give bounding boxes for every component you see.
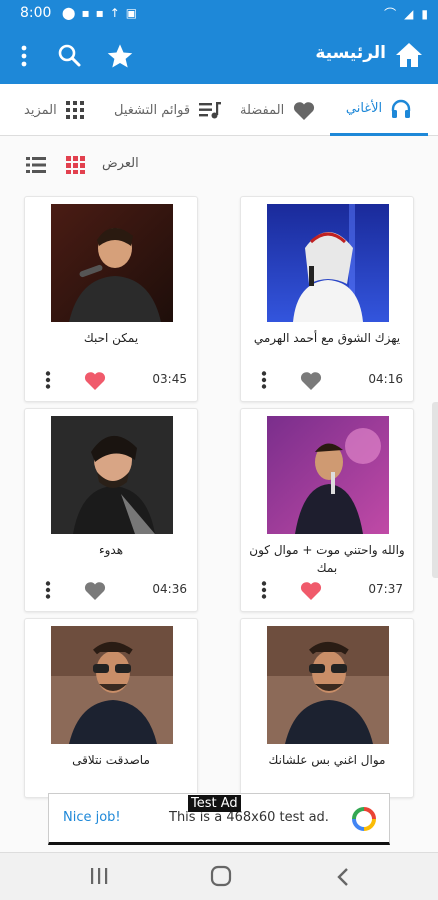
song-menu-icon[interactable] bbox=[45, 581, 51, 599]
song-card[interactable]: والله واحتني موت + موال كون بمك 07:37 bbox=[240, 408, 414, 612]
image-icon: ▣ bbox=[125, 6, 138, 20]
song-controls: 07:37 bbox=[241, 579, 413, 601]
favorite-heart-icon[interactable] bbox=[299, 369, 323, 391]
favorite-heart-icon[interactable] bbox=[83, 579, 107, 601]
tab-playlists[interactable]: قوائم التشغيل bbox=[114, 84, 222, 136]
song-duration: 04:36 bbox=[152, 582, 187, 596]
song-title: يهزك الشوق مع أحمد الهرمي bbox=[253, 331, 401, 345]
tab-favorites[interactable]: المفضلة bbox=[240, 84, 316, 136]
list-view-icon[interactable] bbox=[26, 156, 46, 174]
album-art bbox=[51, 416, 173, 534]
album-art bbox=[267, 416, 389, 534]
system-icons: ⌒ ◢ ▮ bbox=[384, 5, 428, 22]
page-title: الرئيسية bbox=[315, 43, 386, 63]
song-menu-icon[interactable] bbox=[45, 371, 51, 389]
album-art bbox=[51, 626, 173, 744]
song-duration: 03:45 bbox=[152, 372, 187, 386]
tab-favorites-label: المفضلة bbox=[240, 102, 285, 118]
song-controls: 04:36 bbox=[25, 579, 197, 601]
favorite-heart-icon[interactable] bbox=[83, 369, 107, 391]
song-card[interactable]: يمكن احبك 03:45 bbox=[24, 196, 198, 402]
heart-icon bbox=[294, 102, 315, 120]
search-icon[interactable] bbox=[56, 42, 82, 68]
song-title: هدوء bbox=[98, 543, 124, 557]
ad-label: Test Ad bbox=[188, 795, 241, 812]
ad-logo-icon bbox=[352, 807, 376, 831]
tab-playlists-label: قوائم التشغيل bbox=[114, 102, 191, 118]
tab-more[interactable]: المزيد bbox=[24, 84, 85, 136]
app-bar: الرئيسية bbox=[0, 28, 438, 84]
notification-icons: ⬤ ▪ ▪ ↑ ▣ bbox=[62, 6, 137, 20]
back-icon[interactable] bbox=[336, 867, 350, 887]
notification-icon: ⬤ bbox=[62, 6, 76, 20]
view-mode-row: العرض bbox=[0, 146, 438, 186]
tab-bar: الأغاني المفضلة قوائم التشغيل المزيد bbox=[0, 84, 438, 136]
song-title: يمكن احبك bbox=[83, 331, 139, 345]
headphones-icon bbox=[391, 99, 411, 118]
status-bar: 8:00 ⬤ ▪ ▪ ↑ ▣ ⌒ ◢ ▮ bbox=[0, 0, 438, 28]
song-controls: 03:45 bbox=[25, 369, 197, 391]
notification-icon: ▪ bbox=[95, 6, 104, 20]
song-card[interactable]: هدوء 04:36 bbox=[24, 408, 198, 612]
star-icon[interactable] bbox=[106, 42, 134, 70]
battery-icon: ▮ bbox=[421, 6, 428, 21]
album-art bbox=[51, 204, 173, 322]
home-button-icon[interactable] bbox=[210, 865, 232, 887]
song-title: موال اغني بس علشانك bbox=[268, 753, 386, 767]
upload-icon: ↑ bbox=[109, 6, 120, 20]
song-controls: 04:16 bbox=[241, 369, 413, 391]
tab-songs[interactable]: الأغاني bbox=[330, 84, 428, 136]
ad-headline: Nice job! bbox=[63, 810, 121, 825]
view-label: العرض bbox=[102, 156, 139, 171]
more-options-icon[interactable] bbox=[14, 44, 34, 68]
wifi-icon: ⌒ bbox=[384, 7, 397, 21]
tab-more-label: المزيد bbox=[24, 102, 57, 118]
status-time: 8:00 bbox=[20, 5, 52, 21]
song-card[interactable]: موال اغني بس علشانك bbox=[240, 618, 414, 798]
song-card[interactable]: يهزك الشوق مع أحمد الهرمي 04:16 bbox=[240, 196, 414, 402]
song-menu-icon[interactable] bbox=[261, 371, 267, 389]
system-nav-bar bbox=[0, 852, 438, 900]
home-icon[interactable] bbox=[394, 41, 424, 69]
ad-body-text: This is a 468x60 test ad. bbox=[169, 810, 329, 825]
song-duration: 04:16 bbox=[368, 372, 403, 386]
song-title: ماصدقت نتلاقى bbox=[72, 753, 150, 767]
song-card[interactable]: ماصدقت نتلاقى bbox=[24, 618, 198, 798]
recents-icon[interactable] bbox=[90, 867, 108, 885]
favorite-heart-icon[interactable] bbox=[299, 579, 323, 601]
grid-view-icon[interactable] bbox=[66, 156, 86, 174]
scroll-handle[interactable] bbox=[432, 402, 438, 578]
grid-icon bbox=[65, 101, 84, 119]
signal-icon: ◢ bbox=[404, 6, 414, 21]
song-duration: 07:37 bbox=[368, 582, 403, 596]
notification-icon: ▪ bbox=[81, 6, 90, 20]
tab-songs-label: الأغاني bbox=[345, 101, 383, 116]
album-art bbox=[267, 626, 389, 744]
playlist-icon bbox=[199, 102, 222, 119]
album-art bbox=[267, 204, 389, 322]
song-title: والله واحتني موت + موال كون بمك bbox=[249, 543, 405, 575]
song-menu-icon[interactable] bbox=[261, 581, 267, 599]
